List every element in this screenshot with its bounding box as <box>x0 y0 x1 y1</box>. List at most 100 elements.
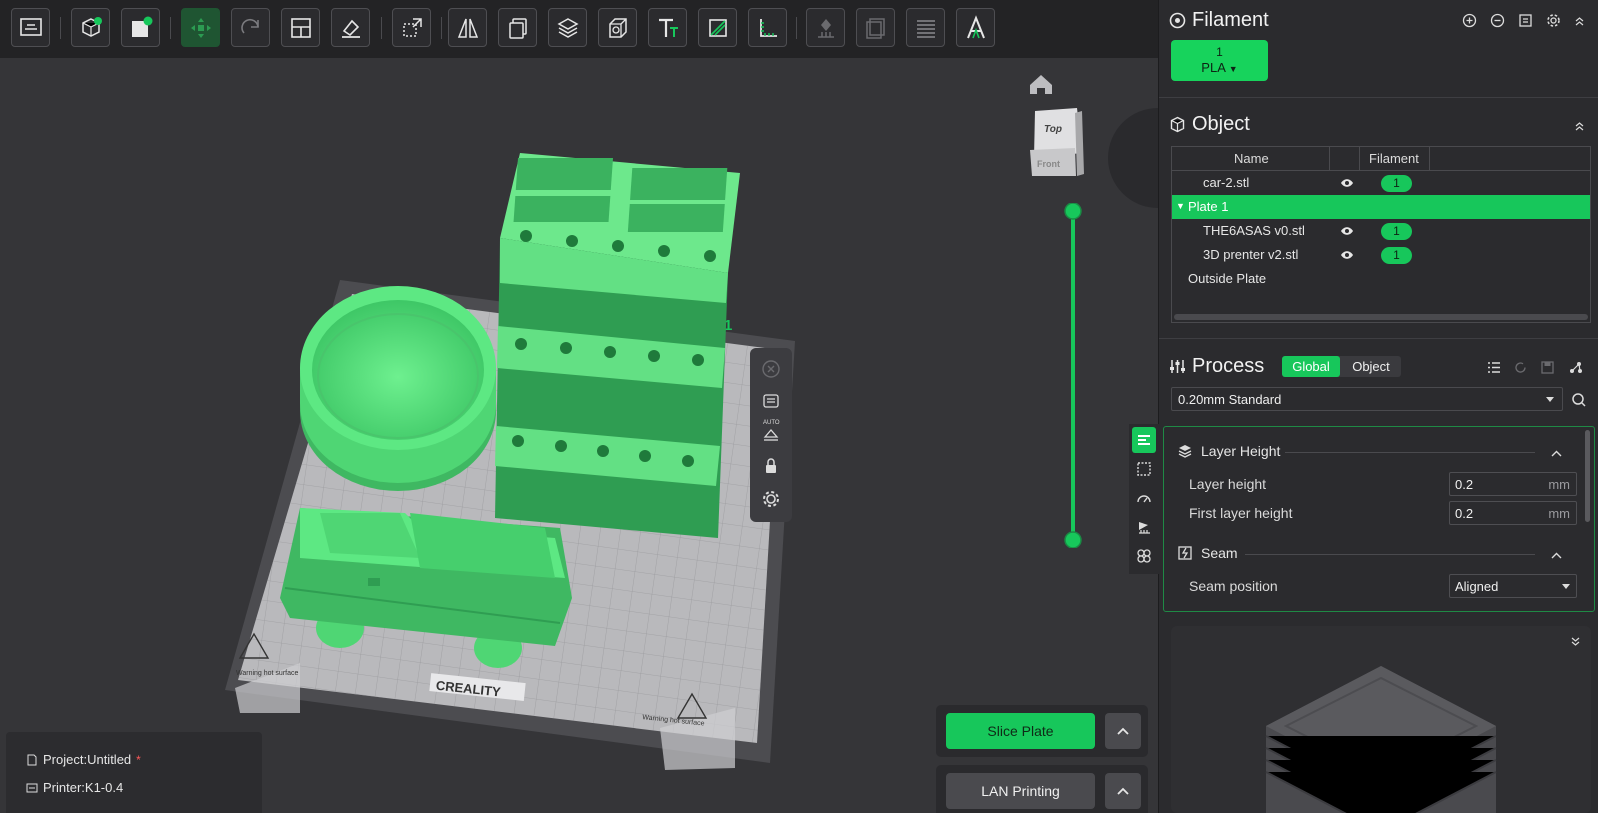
object-row-outside-plate[interactable]: Outside Plate <box>1172 267 1590 291</box>
seam-paint-button[interactable] <box>856 8 895 47</box>
settings-scrollbar[interactable] <box>1585 430 1590 522</box>
seam-group-title: Seam <box>1201 545 1238 561</box>
object-title: Object <box>1192 113 1250 135</box>
support-paint-button[interactable] <box>806 8 845 47</box>
quality-icon <box>1138 435 1150 445</box>
gear-icon[interactable] <box>758 486 784 512</box>
filament-slot-1[interactable]: 1 PLA ▼ <box>1171 40 1268 81</box>
filament-slot-type: PLA ▼ <box>1201 60 1238 75</box>
eye-icon[interactable] <box>1340 177 1354 189</box>
process-preset-select[interactable]: 0.20mm Standard <box>1171 387 1563 411</box>
filament-pill[interactable]: 1 <box>1381 175 1412 192</box>
auto-orient-button[interactable] <box>181 8 220 47</box>
layer-slider[interactable] <box>1063 203 1083 548</box>
tab-others[interactable] <box>1132 543 1156 569</box>
mirror-button[interactable] <box>448 8 487 47</box>
3d-viewport[interactable]: CREALITY Warning hot surface Warning hot… <box>0 58 1158 813</box>
text-button[interactable] <box>648 8 687 47</box>
slice-options-button[interactable] <box>1105 713 1141 749</box>
remove-filament-icon[interactable] <box>1489 12 1505 28</box>
right-sidebar: Filament 1 PLA ▼ Object Name Filament ca… <box>1129 0 1598 813</box>
project-info-panel: Project:Untitled * Printer:K1-0.4 <box>6 732 262 813</box>
measure-button[interactable] <box>748 8 787 47</box>
search-icon[interactable] <box>1570 391 1586 407</box>
layer-height-group: Layer Height <box>1177 443 1280 459</box>
tab-support[interactable] <box>1132 514 1156 540</box>
filament-pill[interactable]: 1 <box>1381 223 1412 240</box>
tab-speed[interactable] <box>1132 485 1156 511</box>
printer-name[interactable]: Printer:K1-0.4 <box>43 780 123 795</box>
seam-position-select[interactable]: Aligned <box>1449 574 1577 598</box>
eye-icon[interactable] <box>1340 225 1354 237</box>
bowl-model[interactable] <box>300 286 496 491</box>
process-header: Process <box>1169 355 1264 378</box>
close-icon[interactable] <box>758 356 784 382</box>
process-scope-toggle: Global Object <box>1282 356 1401 377</box>
lay-on-face-button[interactable] <box>331 8 370 47</box>
filament-settings-icon[interactable] <box>1545 12 1561 28</box>
split-button[interactable] <box>548 8 587 47</box>
layout-button[interactable] <box>281 8 320 47</box>
object-row-plate-1[interactable]: ▼ Plate 1 <box>1172 195 1590 219</box>
collapse-seam-icon[interactable] <box>1548 547 1564 563</box>
collapse-layer-height-icon[interactable] <box>1548 445 1564 461</box>
chevron-down-icon <box>1546 397 1554 402</box>
compare-icon[interactable] <box>1567 359 1583 375</box>
preset-preview <box>1171 626 1591 813</box>
layer-height-input[interactable]: 0.2 mm <box>1449 472 1577 496</box>
tab-strength[interactable] <box>1132 456 1156 482</box>
paint-button[interactable] <box>698 8 737 47</box>
slice-plate-button[interactable]: Slice Plate <box>946 713 1095 749</box>
print-options-button[interactable] <box>1105 773 1141 809</box>
add-part-button[interactable] <box>121 8 160 47</box>
edit-filament-icon[interactable] <box>1517 12 1533 28</box>
global-toggle[interactable]: Global <box>1282 356 1340 377</box>
process-side-tabs <box>1129 424 1159 574</box>
scale-button[interactable] <box>392 8 431 47</box>
object-row-3d-prenter[interactable]: 3D prenter v2.stl 1 <box>1172 243 1590 267</box>
slice-action-box: Slice Plate <box>936 705 1148 757</box>
collapse-preview-icon[interactable] <box>1567 632 1583 648</box>
expand-arrow-icon[interactable]: ▼ <box>1176 201 1185 211</box>
plate-icon <box>19 17 42 36</box>
chevron-up-icon <box>1117 787 1129 795</box>
seam-group-icon <box>1178 546 1192 560</box>
lan-printing-button[interactable]: LAN Printing <box>946 773 1095 809</box>
seam-group: Seam <box>1177 545 1238 561</box>
filament-title: Filament <box>1192 9 1269 31</box>
lock-icon[interactable] <box>758 453 784 479</box>
column-name: Name <box>1234 151 1269 166</box>
home-icon[interactable] <box>1030 75 1052 94</box>
list-view-icon[interactable] <box>1485 359 1501 375</box>
assembly-button[interactable] <box>956 8 995 47</box>
object-toggle[interactable]: Object <box>1342 356 1400 377</box>
eye-icon[interactable] <box>1340 249 1354 261</box>
tab-quality[interactable] <box>1132 427 1156 453</box>
arrange-button[interactable] <box>231 8 270 47</box>
filament-pill[interactable]: 1 <box>1381 247 1412 264</box>
save-icon[interactable] <box>1539 359 1555 375</box>
add-filament-icon[interactable] <box>1461 12 1477 28</box>
cube-add-icon <box>81 16 102 37</box>
collapse-filament-icon[interactable] <box>1571 12 1587 28</box>
first-layer-height-input[interactable]: 0.2 mm <box>1449 501 1577 525</box>
object-row-the6asas[interactable]: THE6ASAS v0.stl 1 <box>1172 219 1590 243</box>
move-icon <box>190 17 211 38</box>
layer-view-button[interactable] <box>906 8 945 47</box>
unsaved-marker: * <box>136 752 141 767</box>
add-plate-button[interactable] <box>11 8 50 47</box>
copy-button[interactable] <box>498 8 537 47</box>
slider-bottom-handle[interactable] <box>1064 531 1082 548</box>
slider-top-handle[interactable] <box>1064 203 1082 220</box>
cut-button[interactable] <box>598 8 637 47</box>
list-icon[interactable] <box>758 388 784 414</box>
organizer-model[interactable] <box>495 153 740 538</box>
add-object-button[interactable] <box>71 8 110 47</box>
layer-height-group-title: Layer Height <box>1201 443 1281 459</box>
horizontal-scrollbar[interactable] <box>1174 314 1588 320</box>
collapse-object-icon[interactable] <box>1571 117 1587 133</box>
object-row-car[interactable]: car-2.stl 1 <box>1172 171 1590 195</box>
printer-row: Printer:K1-0.4 <box>26 780 123 795</box>
text-icon <box>658 18 678 37</box>
reset-icon[interactable] <box>1512 359 1528 375</box>
